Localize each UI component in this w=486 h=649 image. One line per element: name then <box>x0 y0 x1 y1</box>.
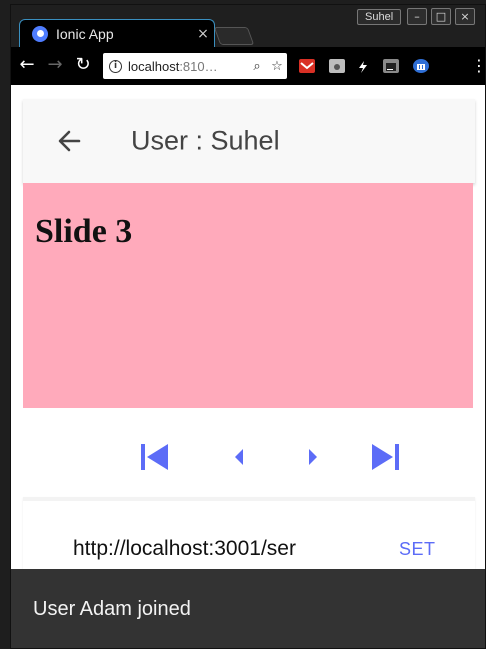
profile-badge[interactable]: Suhel <box>357 9 402 25</box>
back-button[interactable] <box>53 123 89 159</box>
browser-menu-icon[interactable]: ⋮ <box>471 57 485 75</box>
url-text[interactable]: localhost:810… <box>128 59 247 74</box>
reload-icon[interactable]: ↻ <box>73 55 93 75</box>
maximize-button[interactable]: □ <box>431 8 451 25</box>
address-bar[interactable]: i localhost:810… ⌕ ☆ <box>103 53 287 79</box>
last-slide-button[interactable] <box>365 437 405 477</box>
tab-ionic-app[interactable]: Ionic App × <box>19 19 215 47</box>
slide-pager <box>11 437 485 477</box>
zoom-icon[interactable]: ⌕ <box>247 59 267 74</box>
skip-backward-icon <box>141 444 168 470</box>
slide-title: Slide 3 <box>35 213 133 250</box>
camera-extension-icon[interactable] <box>329 59 345 73</box>
lightning-extension-icon[interactable] <box>355 59 371 73</box>
caret-forward-icon <box>309 449 317 465</box>
bookmark-star-icon[interactable]: ☆ <box>267 59 287 74</box>
slide-card[interactable]: Slide 3 <box>23 183 473 408</box>
browser-toolbar: ← → ↻ i localhost:810… ⌕ ☆ ⋮ <box>11 47 485 85</box>
title-bar[interactable]: Ionic App × Suhel – □ × <box>11 5 485 47</box>
site-info-icon[interactable]: i <box>109 59 122 73</box>
bank-extension-icon[interactable] <box>413 59 429 73</box>
set-button[interactable]: SET <box>389 533 446 565</box>
first-slide-button[interactable] <box>135 437 175 477</box>
tab-title: Ionic App <box>56 25 114 42</box>
new-tab-button[interactable] <box>213 27 255 45</box>
next-slide-button[interactable] <box>293 437 333 477</box>
toast-notification: User Adam joined <box>11 569 485 648</box>
forward-icon[interactable]: → <box>45 55 65 75</box>
gmail-extension-icon[interactable] <box>299 59 315 73</box>
url-host: localhost <box>128 58 180 74</box>
page-title: User : Suhel <box>131 125 280 156</box>
ionic-favicon-icon <box>32 25 48 42</box>
tab-close-icon[interactable]: × <box>192 26 214 42</box>
close-window-button[interactable]: × <box>455 8 475 25</box>
back-icon[interactable]: ← <box>17 55 37 75</box>
toast-message: User Adam joined <box>33 598 191 620</box>
caret-back-icon <box>235 449 243 465</box>
previous-slide-button[interactable] <box>219 437 259 477</box>
page-viewport: User : Suhel Slide 3 http://localhost:30… <box>11 85 485 648</box>
skip-forward-icon <box>372 444 399 470</box>
app-header: User : Suhel <box>23 99 475 183</box>
server-url-input[interactable] <box>73 531 335 567</box>
jb-extension-icon[interactable] <box>383 59 399 73</box>
browser-window: Ionic App × Suhel – □ × ← → ↻ i localhos… <box>10 4 486 649</box>
arrow-back-icon <box>58 130 81 152</box>
url-port: :810… <box>179 58 218 74</box>
minimize-button[interactable]: – <box>407 8 427 25</box>
